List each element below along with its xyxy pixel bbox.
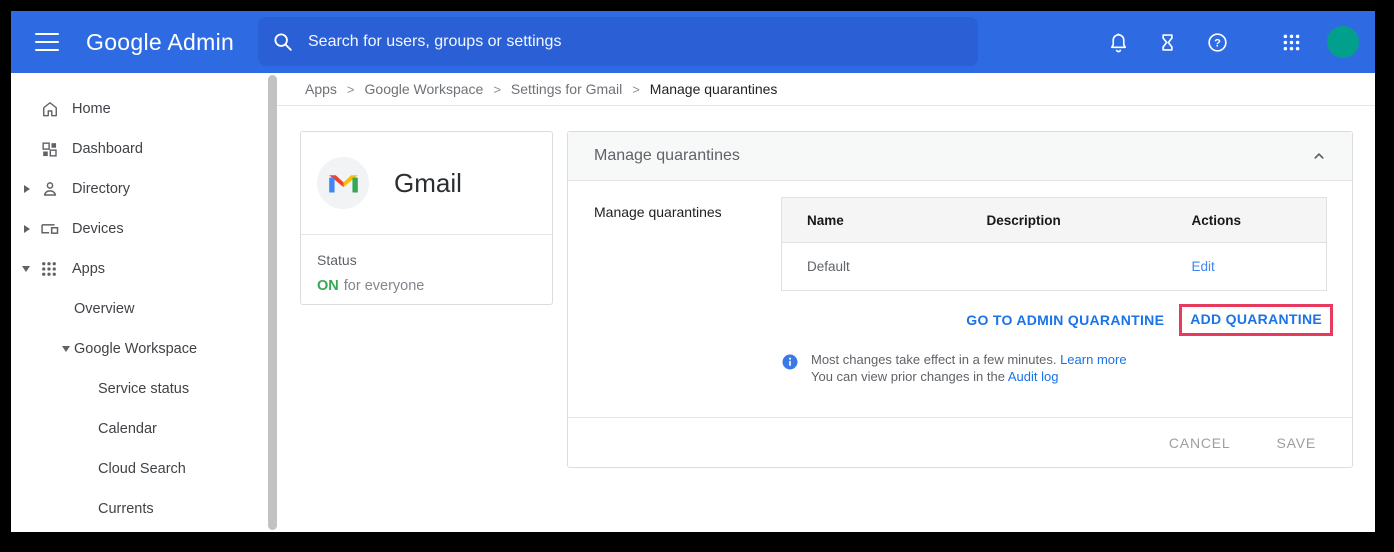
sidebar-item-label: Dashboard xyxy=(72,141,143,157)
sidebar-item-label: Cloud Search xyxy=(98,461,186,477)
sidebar-item-label: Overview xyxy=(74,301,134,317)
sidebar-item-apps[interactable]: Apps xyxy=(11,249,277,289)
info-icon xyxy=(781,353,799,371)
sidebar-item-label: Devices xyxy=(72,221,124,237)
edit-link[interactable]: Edit xyxy=(1192,259,1215,274)
expand-right-icon xyxy=(24,185,30,193)
quarantine-name-cell: Default xyxy=(782,243,962,291)
sidebar-item-dashboard[interactable]: Dashboard xyxy=(11,129,277,169)
breadcrumb-separator: > xyxy=(347,82,355,97)
sidebar-item-label: Service status xyxy=(98,381,189,397)
expand-down-icon xyxy=(62,346,70,352)
help-icon[interactable]: ? xyxy=(1205,30,1229,54)
gmail-service-card: Gmail Status ON for everyone xyxy=(300,131,553,305)
status-label: Status xyxy=(317,252,536,268)
sidebar-item-label: Apps xyxy=(72,261,105,277)
hamburger-menu-icon[interactable] xyxy=(35,33,59,51)
table-row: Default Edit xyxy=(782,243,1327,291)
go-to-admin-quarantine-button[interactable]: GO TO ADMIN QUARANTINE xyxy=(966,306,1164,334)
status-scope: for everyone xyxy=(344,278,425,294)
search-input[interactable] xyxy=(308,33,964,51)
quarantine-description-cell xyxy=(962,243,1167,291)
column-header-description: Description xyxy=(962,198,1167,243)
save-button[interactable]: SAVE xyxy=(1276,435,1316,451)
sidebar-item-home[interactable]: Home xyxy=(11,89,277,129)
sidebar-item-label: Currents xyxy=(98,501,154,517)
cancel-button[interactable]: CANCEL xyxy=(1169,435,1231,451)
status-value: ON xyxy=(317,278,339,294)
learn-more-link[interactable]: Learn more xyxy=(1060,352,1126,367)
panel-footer: CANCEL SAVE xyxy=(568,417,1352,467)
gmail-logo-icon xyxy=(317,157,369,209)
admin-console-window: Google Admin ? Home xyxy=(11,11,1375,532)
brand-logo[interactable]: Google Admin xyxy=(86,29,234,56)
search-bar[interactable] xyxy=(258,17,978,66)
account-avatar[interactable] xyxy=(1327,26,1359,58)
sidebar-item-label: Home xyxy=(72,101,111,117)
sidebar-item-google-workspace[interactable]: Google Workspace xyxy=(11,329,277,369)
devices-icon xyxy=(40,219,72,239)
hourglass-tasks-icon[interactable] xyxy=(1155,30,1179,54)
sidebar-item-overview[interactable]: Overview xyxy=(11,289,277,329)
table-header-row: Name Description Actions xyxy=(782,198,1327,243)
topbar-icon-cluster: ? xyxy=(1106,11,1359,73)
sidebar-item-cloud-search[interactable]: Cloud Search xyxy=(11,449,277,489)
info-line-2: You can view prior changes in the xyxy=(811,369,1005,384)
expand-down-icon xyxy=(22,266,30,272)
service-name: Gmail xyxy=(394,168,462,199)
column-header-actions: Actions xyxy=(1167,198,1327,243)
sidebar-item-directory[interactable]: Directory xyxy=(11,169,277,209)
breadcrumb-separator: > xyxy=(493,82,501,97)
panel-header[interactable]: Manage quarantines xyxy=(568,132,1352,181)
person-icon xyxy=(40,179,72,199)
sidebar-item-label: Google Workspace xyxy=(74,341,197,357)
sidebar-scrollbar[interactable] xyxy=(268,75,277,530)
info-line-1: Most changes take effect in a few minute… xyxy=(811,352,1056,367)
breadcrumb: Apps > Google Workspace > Settings for G… xyxy=(277,73,1375,106)
panel-title: Manage quarantines xyxy=(594,147,1310,165)
sidebar-nav: Home Dashboard Directory Devices Apps Ov… xyxy=(11,73,277,532)
breadcrumb-current-page: Manage quarantines xyxy=(650,81,778,97)
manage-quarantines-panel: Manage quarantines Manage quarantines Na… xyxy=(567,131,1353,468)
annotation-highlight-box: ADD QUARANTINE xyxy=(1179,304,1333,336)
sidebar-item-currents[interactable]: Currents xyxy=(11,489,277,529)
google-apps-grid-icon[interactable] xyxy=(1279,30,1303,54)
breadcrumb-settings-for-gmail[interactable]: Settings for Gmail xyxy=(511,81,622,97)
sidebar-item-label: Directory xyxy=(72,181,130,197)
breadcrumb-google-workspace[interactable]: Google Workspace xyxy=(365,81,484,97)
main-content: Apps > Google Workspace > Settings for G… xyxy=(277,73,1375,532)
topbar: Google Admin ? xyxy=(11,11,1375,73)
expand-right-icon xyxy=(24,225,30,233)
search-icon xyxy=(272,31,294,53)
svg-text:?: ? xyxy=(1214,37,1221,49)
home-icon xyxy=(40,99,72,119)
sidebar-item-calendar[interactable]: Calendar xyxy=(11,409,277,449)
apps-grid-icon xyxy=(40,260,72,278)
screenshot-frame: Google Admin ? Home xyxy=(0,0,1394,552)
dashboard-icon xyxy=(40,140,72,159)
breadcrumb-separator: > xyxy=(632,82,640,97)
quarantine-table: Name Description Actions Default Edit xyxy=(781,197,1327,291)
sidebar-item-service-status[interactable]: Service status xyxy=(11,369,277,409)
sidebar-item-label: Calendar xyxy=(98,421,157,437)
column-header-name: Name xyxy=(782,198,962,243)
notifications-bell-icon[interactable] xyxy=(1106,30,1130,54)
breadcrumb-apps[interactable]: Apps xyxy=(305,81,337,97)
chevron-up-icon xyxy=(1310,147,1328,165)
audit-log-link[interactable]: Audit log xyxy=(1008,369,1059,384)
sidebar-item-devices[interactable]: Devices xyxy=(11,209,277,249)
section-label: Manage quarantines xyxy=(594,197,781,385)
add-quarantine-button[interactable]: ADD QUARANTINE xyxy=(1190,311,1322,327)
